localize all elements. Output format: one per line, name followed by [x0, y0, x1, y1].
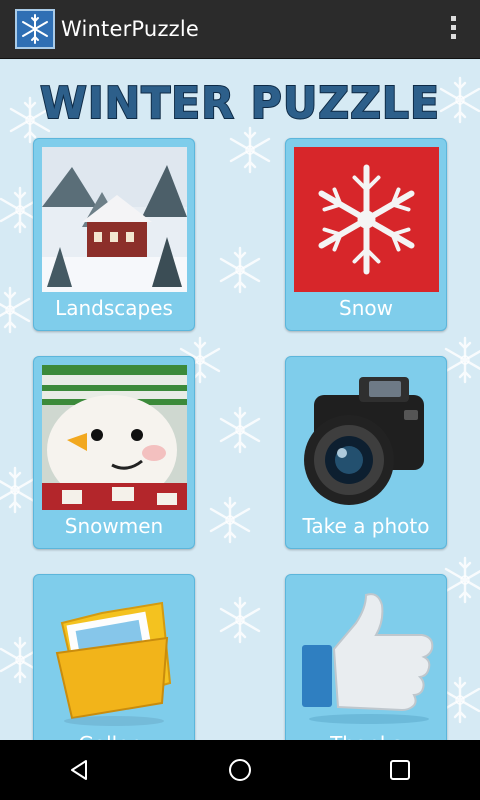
app-bar: WinterPuzzle [0, 0, 480, 59]
home-icon[interactable] [210, 740, 270, 800]
main-content: WINTER PUZZLE Landscapes Snow Snowmen Ta… [0, 60, 480, 740]
folder-gallery-icon [42, 583, 187, 728]
tile-label: Landscapes [55, 296, 173, 320]
tile-snowmen[interactable]: Snowmen [33, 356, 195, 549]
tile-label: Take a photo [302, 514, 430, 538]
tile-landscapes[interactable]: Landscapes [33, 138, 195, 331]
recents-icon[interactable] [370, 740, 430, 800]
camera-icon [294, 365, 439, 510]
tile-snow[interactable]: Snow [285, 138, 447, 331]
app-banner: WINTER PUZZLE [39, 77, 440, 130]
snowflake-icon [15, 9, 55, 49]
tile-label: Snow [339, 296, 393, 320]
app-title: WinterPuzzle [61, 17, 200, 41]
thumbs-up-icon [294, 583, 439, 728]
back-icon[interactable] [50, 740, 110, 800]
more-vert-icon[interactable] [448, 16, 458, 44]
tile-label: Gallery [34, 732, 194, 740]
tile-label: Thanks [286, 732, 446, 740]
snowflake-image [294, 147, 439, 292]
tile-take-photo[interactable]: Take a photo [285, 356, 447, 549]
tile-label: Snowmen [64, 514, 164, 538]
winter-landscape-image [42, 147, 187, 292]
banner-title: WINTER PUZZLE [40, 78, 440, 129]
system-nav-bar [0, 740, 480, 800]
snowman-image [42, 365, 187, 510]
tile-gallery[interactable]: Gallery [33, 574, 195, 740]
tile-thanks[interactable]: Thanks [285, 574, 447, 740]
